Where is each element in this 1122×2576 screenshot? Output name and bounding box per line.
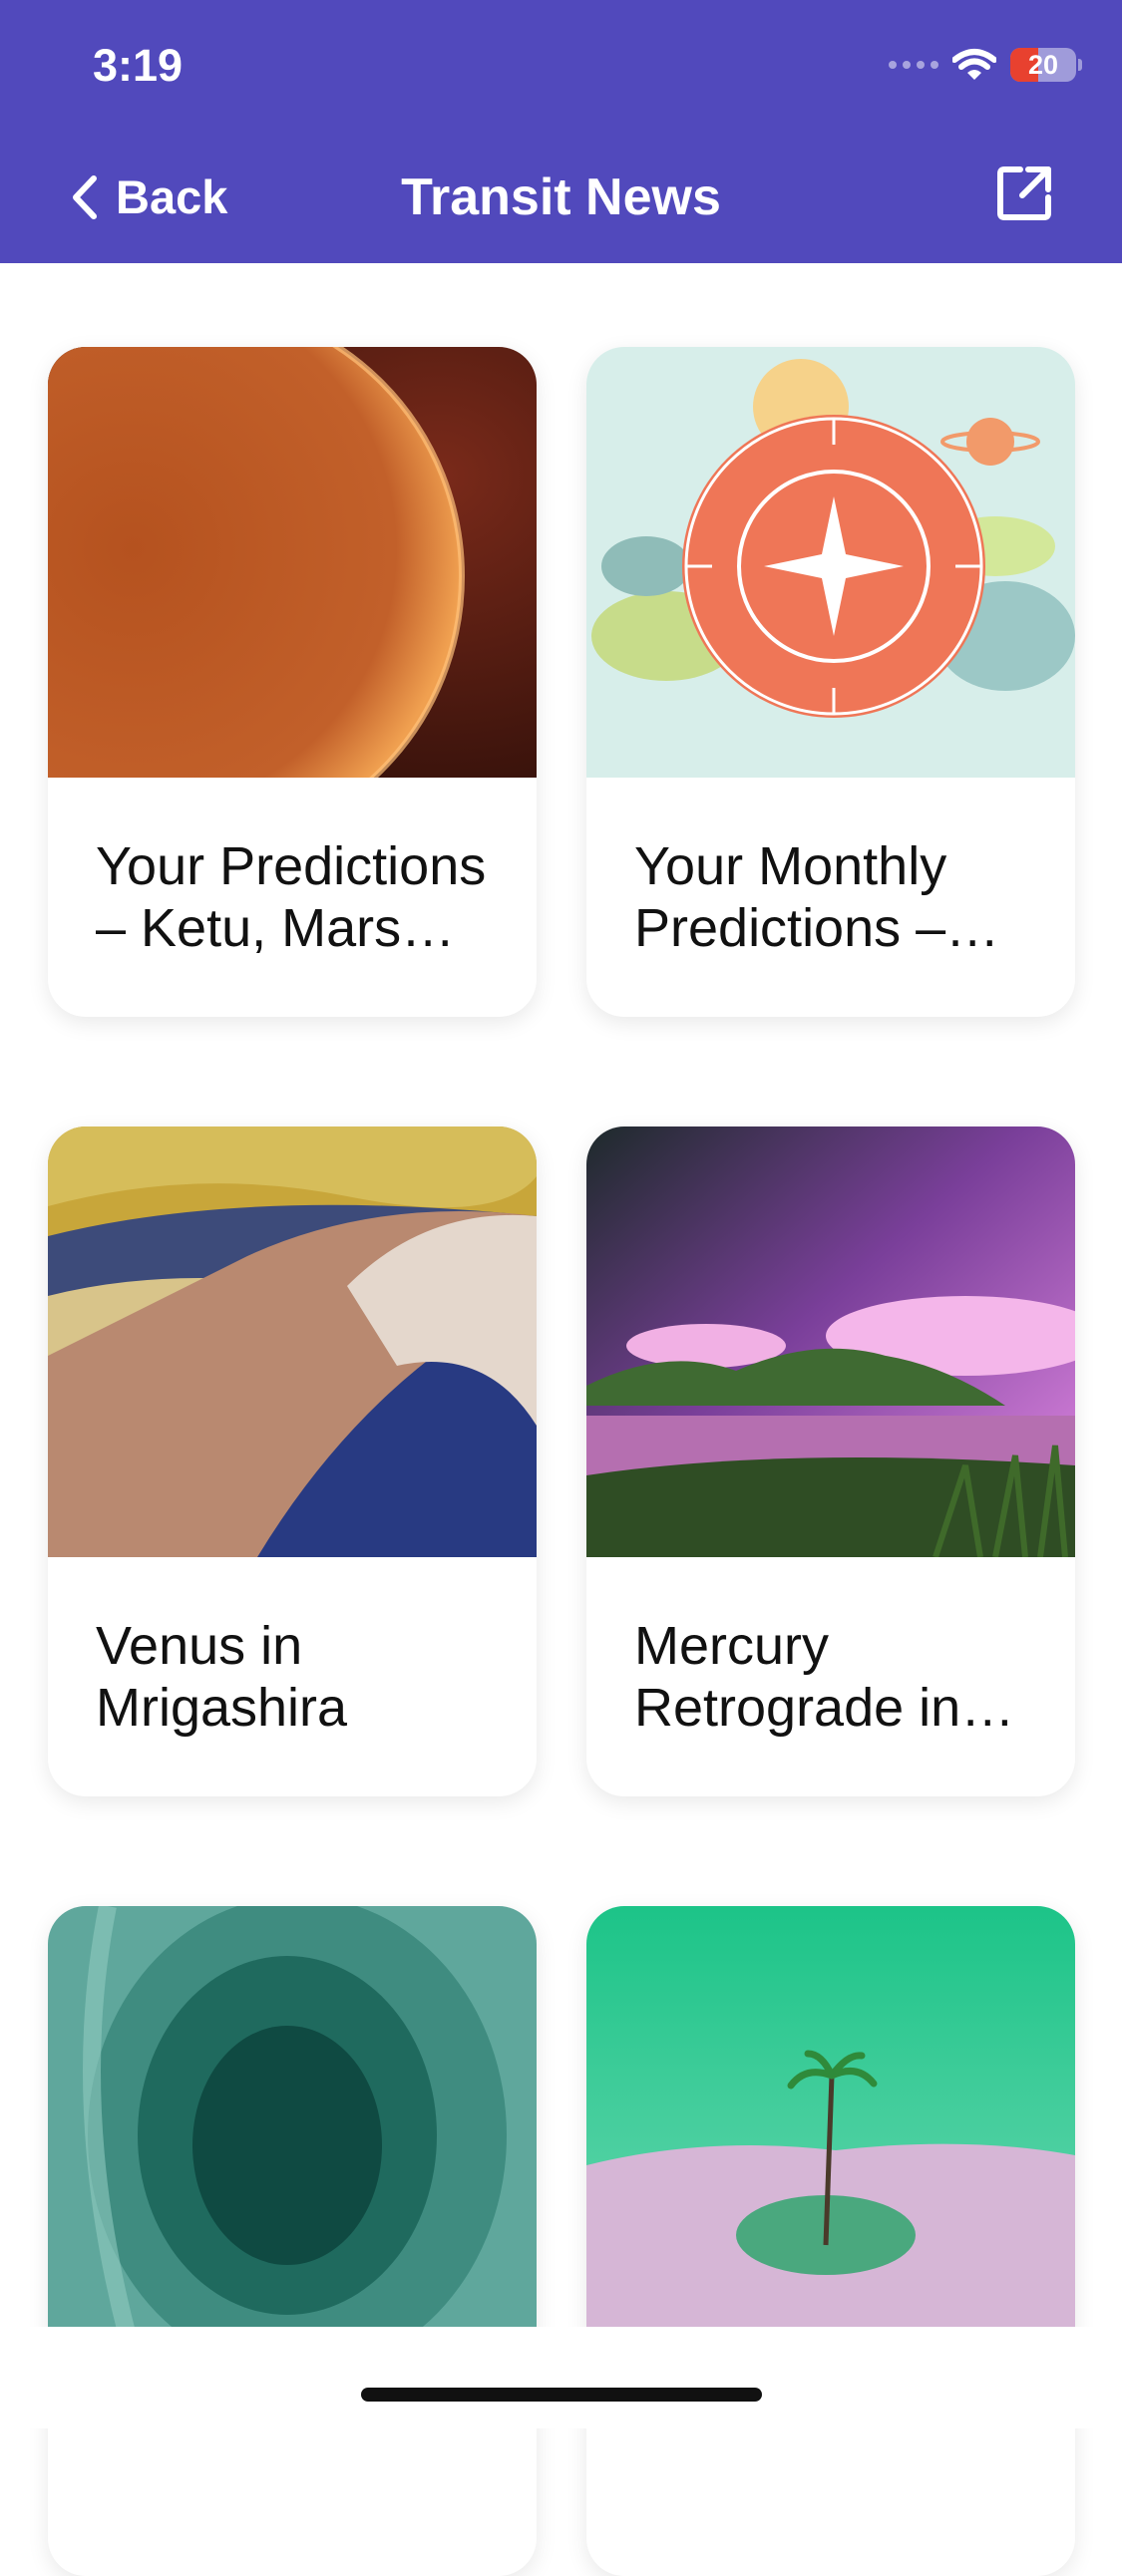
article-title: Your Monthly Predictions –… (634, 836, 1000, 958)
battery-level: 20 (1027, 49, 1059, 80)
article-image-palm-field (586, 1906, 1075, 2337)
article-card[interactable]: Mercury Retrograde in… (586, 1127, 1075, 1796)
article-card[interactable]: Your Monthly Predictions –… (586, 347, 1075, 1017)
article-title: Mercury Retrograde in… (634, 1616, 1015, 1738)
article-title: Your Predictions – Ketu, Mars… (96, 836, 487, 958)
article-image-zodiac-wheel (586, 347, 1075, 778)
article-grid: Your Predictions – Ketu, Mars… Your Mont… (48, 347, 1075, 2576)
status-icons: 20 (889, 48, 1082, 82)
article-card[interactable]: Your Predictions – Ketu, Mars… (48, 347, 537, 1017)
nav-header: 3:19 20 Back Transit News (0, 0, 1122, 263)
bottom-safe-area (0, 2327, 1122, 2428)
status-time: 3:19 (93, 40, 184, 91)
article-image-abstract-landscape (48, 1127, 537, 1557)
share-button[interactable] (994, 163, 1054, 228)
home-indicator[interactable] (361, 2388, 762, 2402)
article-card[interactable] (48, 1906, 537, 2576)
battery-icon: 20 (1010, 48, 1076, 82)
wifi-icon (952, 49, 996, 80)
article-card[interactable] (586, 1906, 1075, 2576)
article-image-mars-planet (48, 347, 537, 778)
share-icon (997, 166, 1051, 220)
article-image-teal-vortex (48, 1906, 537, 2337)
page-title: Transit News (401, 168, 721, 226)
article-title: Venus in Mrigashira (96, 1616, 348, 1738)
cellular-signal-icon (889, 61, 938, 69)
article-card[interactable]: Venus in Mrigashira (48, 1127, 537, 1796)
article-image-purple-sky-lake (586, 1127, 1075, 1557)
